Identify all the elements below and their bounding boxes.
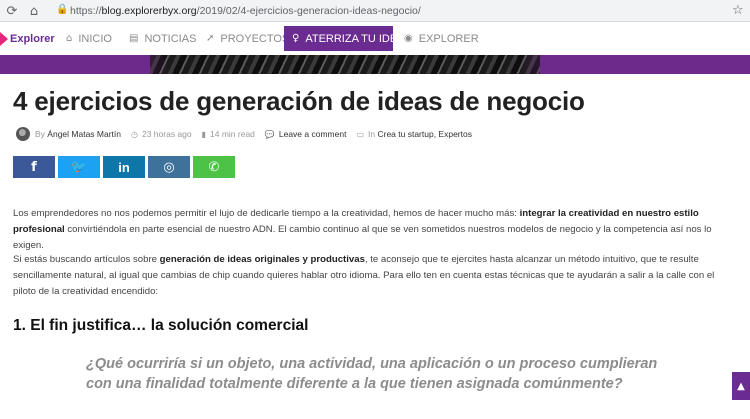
- star-icon[interactable]: ☆: [732, 3, 744, 18]
- newspaper-icon: ▤: [129, 33, 139, 44]
- rocket-icon: ➚: [206, 33, 215, 44]
- nav-item-inicio[interactable]: ⌂ INICIO: [58, 26, 120, 51]
- nav-item-proyectos[interactable]: ➚ PROYECTOS: [198, 26, 297, 51]
- address-bar[interactable]: 🔒 https://blog.explorerbyx.org/2019/02/4…: [48, 2, 738, 20]
- post-time: 23 horas ago: [141, 129, 192, 139]
- author-link[interactable]: Ángel Matas Martín: [47, 129, 121, 139]
- refresh-icon[interactable]: ⟳: [4, 3, 20, 19]
- home-icon: ⌂: [66, 33, 73, 44]
- in-label: In: [368, 129, 376, 139]
- facebook-icon: f: [31, 159, 37, 175]
- by-label: By: [35, 129, 45, 139]
- pull-quote: ¿Qué ocurriría si un objeto, una activid…: [86, 356, 658, 392]
- site-logo[interactable]: Explorer: [0, 30, 55, 48]
- article-title: 4 ejercicios de generación de ideas de n…: [13, 86, 585, 116]
- nav-item-noticias[interactable]: ▤ NOTICIAS: [121, 26, 204, 51]
- chevron-up-icon: ▲: [737, 380, 745, 392]
- nav-item-label: EXPLORER: [418, 32, 479, 45]
- category-links[interactable]: Crea tu startup, Expertos: [377, 129, 472, 139]
- nav-item-label: NOTICIAS: [144, 32, 197, 45]
- linkedin-icon: in: [118, 159, 130, 175]
- paragraph-1: Los emprendedores no nos podemos permiti…: [13, 208, 712, 251]
- nav-item-aterriza-tu-idea[interactable]: ♀ ATERRIZA TU IDEA: [284, 26, 405, 51]
- logo-mark: [0, 32, 8, 46]
- nav-item-label: PROYECTOS: [220, 32, 290, 45]
- read-time: 14 min read: [210, 129, 255, 139]
- nav-item-explorer[interactable]: ◉ EXPLORER: [396, 26, 487, 51]
- nav-item-label: ATERRIZA TU IDEA: [305, 32, 405, 45]
- paragraph-2: Si estás buscando artículos sobre genera…: [13, 254, 715, 297]
- lightbulb-icon: ♀: [292, 33, 300, 44]
- section-heading: 1. El fin justifica… la solución comerci…: [13, 317, 309, 334]
- lock-icon: 🔒: [56, 4, 69, 15]
- linkedin-share-button[interactable]: in: [103, 156, 145, 178]
- nav-item-label: INICIO: [78, 32, 112, 45]
- folder-icon: ▭: [356, 129, 365, 139]
- url-text: https://blog.explorerbyx.org/2019/02/4-e…: [70, 5, 421, 17]
- instagram-share-button[interactable]: ◎: [148, 156, 190, 178]
- instagram-icon: ◎: [163, 159, 175, 175]
- whatsapp-share-button[interactable]: ✆: [193, 156, 235, 178]
- twitter-share-button[interactable]: 🐦: [58, 156, 100, 178]
- hero-photo: [150, 55, 540, 74]
- article-meta: By Ángel Matas Martín ◷ 23 horas ago ▮ 14 …: [16, 127, 472, 141]
- author-avatar[interactable]: [16, 127, 30, 141]
- facebook-share-button[interactable]: f: [13, 156, 55, 178]
- whatsapp-icon: ✆: [208, 159, 220, 175]
- leave-comment-link[interactable]: Leave a comment: [279, 129, 347, 139]
- compass-icon: ◉: [404, 33, 413, 44]
- site-navigation: Explorer ⌂ INICIO ▤ NOTICIAS ➚ PROYECTOS ♀ A…: [0, 22, 750, 55]
- hero-image: [0, 55, 750, 74]
- browser-toolbar: ⟳ ⌂ 🔒 https://blog.explorerbyx.org/2019/…: [0, 0, 750, 22]
- logo-text: Explorer: [10, 33, 55, 45]
- clock-icon: ◷: [131, 129, 138, 139]
- scroll-to-top-button[interactable]: ▲: [732, 372, 750, 400]
- share-buttons: f 🐦 in ◎ ✆: [13, 156, 235, 178]
- bookmark-icon: ▮: [201, 129, 207, 139]
- twitter-icon: 🐦: [70, 159, 88, 175]
- comment-icon: 💬: [264, 129, 275, 139]
- home-icon[interactable]: ⌂: [26, 3, 42, 19]
